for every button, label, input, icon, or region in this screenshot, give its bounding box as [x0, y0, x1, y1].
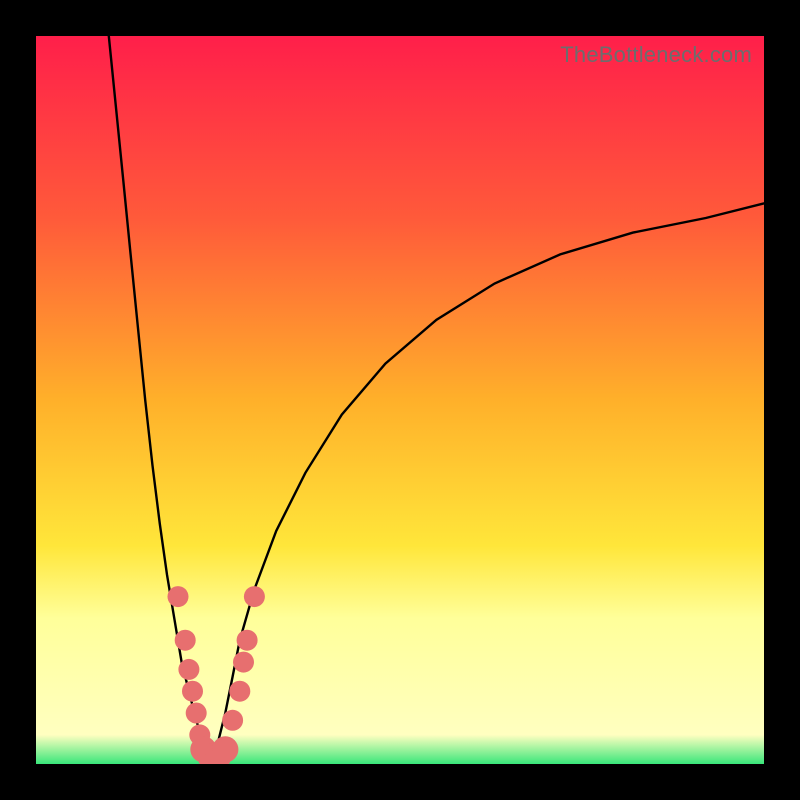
plot-area: TheBottleneck.com — [36, 36, 764, 764]
data-marker — [222, 710, 243, 731]
curve-layer — [36, 36, 764, 764]
data-marker — [182, 681, 203, 702]
data-marker — [237, 630, 258, 651]
curve-right-branch — [211, 203, 764, 764]
marker-cluster — [168, 586, 265, 764]
data-marker — [233, 652, 254, 673]
data-marker — [244, 586, 265, 607]
curve-left-branch — [109, 36, 211, 764]
chart-frame: TheBottleneck.com — [0, 0, 800, 800]
data-marker — [186, 703, 207, 724]
watermark-text: TheBottleneck.com — [560, 42, 752, 68]
data-marker — [229, 681, 250, 702]
data-marker — [178, 659, 199, 680]
data-marker — [212, 736, 238, 762]
data-marker — [175, 630, 196, 651]
data-marker — [168, 586, 189, 607]
